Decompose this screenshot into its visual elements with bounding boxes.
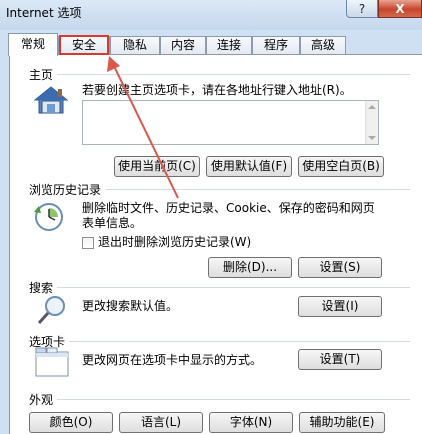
- history-description: 删除临时文件、历史记录、Cookie、保存的密码和网页表单信息。: [82, 201, 375, 230]
- tab-advanced[interactable]: 高级: [300, 36, 346, 55]
- use-blank-button[interactable]: 使用空白页(B): [298, 156, 384, 177]
- tabbed-window-icon: [35, 347, 69, 377]
- close-button[interactable]: X: [378, 0, 422, 18]
- tabs-section-separator: [66, 341, 410, 342]
- help-button-label: ?: [358, 1, 366, 16]
- search-separator: [54, 287, 410, 288]
- use-current-button-label: 使用当前页(C): [118, 159, 196, 173]
- tab-general[interactable]: 常规: [8, 33, 58, 56]
- search-description: 更改搜索默认值。: [82, 299, 179, 313]
- use-default-button[interactable]: 使用默认值(F): [206, 156, 292, 177]
- scroll-down-arrow-icon[interactable]: [368, 136, 376, 140]
- tab-content[interactable]: 内容: [160, 36, 206, 55]
- colors-button[interactable]: 颜色(O): [29, 412, 113, 433]
- tab-privacy[interactable]: 隐私: [110, 36, 160, 55]
- tab-connections[interactable]: 连接: [206, 36, 252, 55]
- history-section-label: 浏览历史记录: [29, 181, 106, 198]
- accessibility-button[interactable]: 辅助功能(E): [299, 412, 385, 433]
- history-separator: [106, 189, 410, 190]
- tabs-settings-button[interactable]: 设置(T): [298, 349, 382, 370]
- delete-history-button-label: 删除(D)...: [222, 260, 278, 274]
- history-settings-button-label: 设置(S): [319, 260, 361, 274]
- tabs-settings-button-label: 设置(T): [319, 352, 361, 366]
- use-blank-button-label: 使用空白页(B): [302, 159, 380, 173]
- magnifier-search-icon: [37, 296, 65, 325]
- languages-button-label: 语言(L): [140, 415, 182, 429]
- title-bar: Internet 选项 ? X: [0, 0, 422, 30]
- general-tab-panel: 主页 若要创建主页选项卡，请在各地址行键入地址(R)。 使用当前页(C) 使用默…: [9, 54, 422, 434]
- tab-advanced-label: 高级: [310, 38, 335, 52]
- tab-privacy-label: 隐私: [122, 38, 147, 52]
- tab-programs-label: 程序: [263, 38, 288, 52]
- delete-on-exit-checkbox[interactable]: [82, 237, 94, 249]
- accessibility-button-label: 辅助功能(E): [309, 415, 375, 429]
- use-default-button-label: 使用默认值(F): [210, 159, 288, 173]
- delete-on-exit-label[interactable]: 退出时删除浏览历史记录(W): [98, 235, 251, 250]
- history-clock-icon: [34, 203, 63, 231]
- fonts-button[interactable]: 字体(N): [209, 412, 293, 433]
- colors-button-label: 颜色(O): [49, 415, 93, 429]
- homepage-address-input[interactable]: [82, 100, 379, 145]
- appearance-section-label: 外观: [29, 391, 58, 408]
- tabs-section-description: 更改网页在选项卡中显示的方式。: [82, 353, 263, 367]
- help-button[interactable]: ?: [346, 0, 378, 18]
- window-title: Internet 选项: [6, 6, 82, 20]
- delete-history-button[interactable]: 删除(D)...: [208, 257, 292, 278]
- tab-content-label: 内容: [170, 38, 195, 52]
- history-settings-button[interactable]: 设置(S): [298, 257, 382, 278]
- house-icon: [34, 86, 68, 114]
- use-current-button[interactable]: 使用当前页(C): [114, 156, 200, 177]
- tab-programs[interactable]: 程序: [252, 36, 300, 55]
- search-settings-button[interactable]: 设置(I): [298, 296, 382, 317]
- languages-button[interactable]: 语言(L): [119, 412, 203, 433]
- address-scrollbar[interactable]: [365, 101, 378, 144]
- search-settings-button-label: 设置(I): [321, 299, 359, 313]
- appearance-separator: [54, 399, 410, 400]
- homepage-separator: [50, 74, 410, 75]
- scroll-up-arrow-icon[interactable]: [368, 105, 376, 109]
- fonts-button-label: 字体(N): [229, 415, 273, 429]
- homepage-hint: 若要创建主页选项卡，请在各地址行键入地址(R)。: [82, 83, 352, 97]
- close-button-label: X: [395, 1, 405, 16]
- tab-connections-label: 连接: [216, 38, 241, 52]
- homepage-section-label: 主页: [29, 66, 58, 83]
- tab-general-label: 常规: [20, 37, 45, 51]
- highlight-box: [59, 35, 109, 55]
